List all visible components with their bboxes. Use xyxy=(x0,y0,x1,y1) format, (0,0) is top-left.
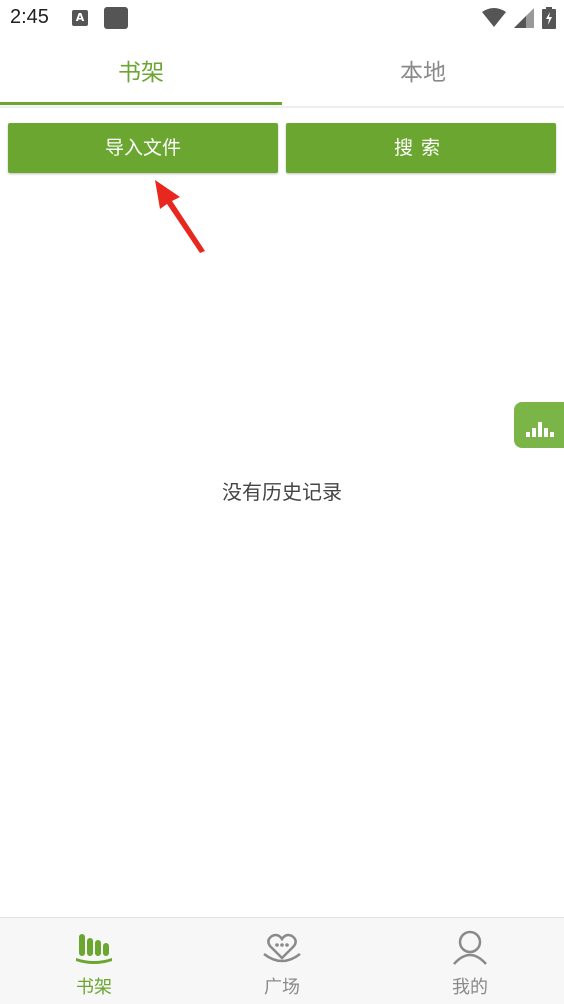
battery-icon xyxy=(542,7,556,29)
signal-icon xyxy=(514,8,534,28)
tab-local[interactable]: 本地 xyxy=(282,40,564,106)
divider xyxy=(0,106,564,108)
notification-square-icon xyxy=(104,7,128,29)
nav-label-bookshelf: 书架 xyxy=(76,977,112,998)
chart-icon xyxy=(526,422,554,437)
floating-stats-button[interactable] xyxy=(514,402,564,448)
status-icons xyxy=(482,7,556,29)
nav-label-plaza: 广场 xyxy=(264,977,300,998)
annotation-arrow-icon xyxy=(155,180,205,253)
status-bar: 2:45 A xyxy=(0,0,564,40)
search-button[interactable]: 搜索 xyxy=(286,123,556,173)
nav-item-plaza[interactable]: 广场 xyxy=(188,918,376,1004)
profile-icon xyxy=(453,930,487,965)
import-file-button[interactable]: 导入文件 xyxy=(8,123,278,173)
notification-a-icon: A xyxy=(72,10,88,26)
top-tabs: 书架 本地 xyxy=(0,40,564,106)
bottom-nav: 书架 广场 我的 xyxy=(0,917,564,1004)
tab-bookshelf[interactable]: 书架 xyxy=(0,40,282,106)
status-time: 2:45 xyxy=(10,6,49,28)
plaza-icon xyxy=(263,933,301,963)
nav-label-profile: 我的 xyxy=(452,977,488,998)
tab-indicator xyxy=(0,102,282,105)
nav-item-bookshelf[interactable]: 书架 xyxy=(0,918,188,1004)
bookshelf-icon xyxy=(76,934,112,964)
wifi-icon xyxy=(482,8,506,27)
empty-history-text: 没有历史记录 xyxy=(222,480,342,504)
nav-item-profile[interactable]: 我的 xyxy=(376,918,564,1004)
